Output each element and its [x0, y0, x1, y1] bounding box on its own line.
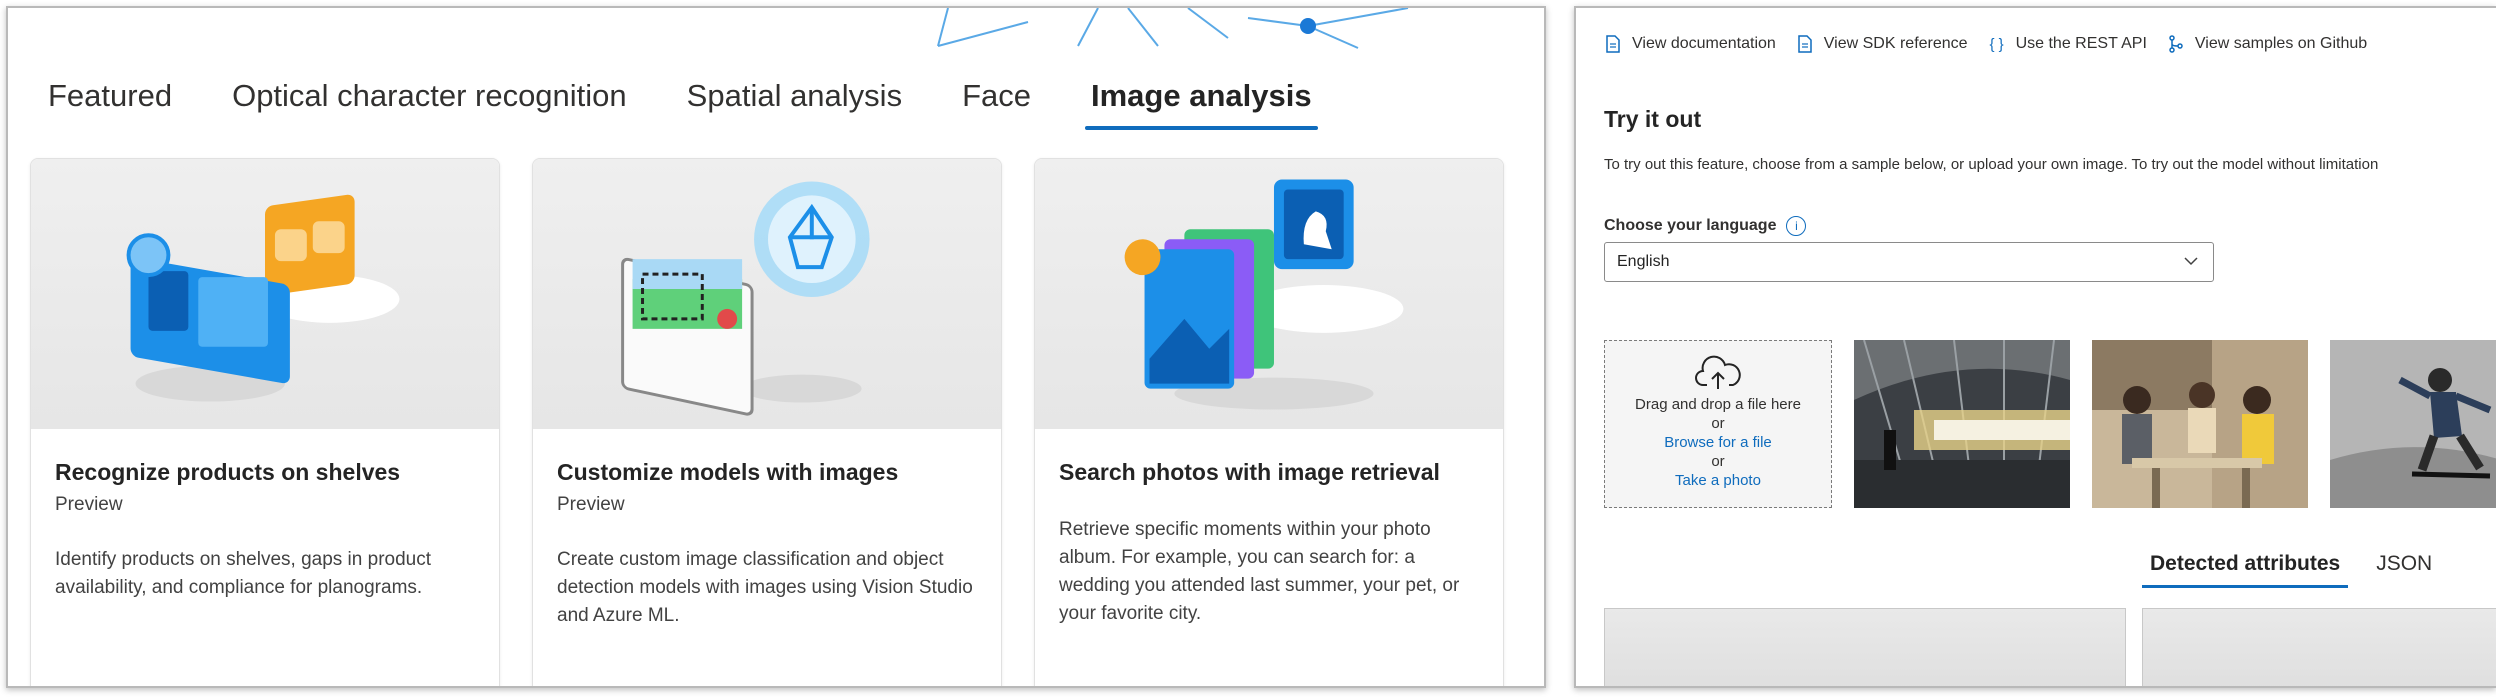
image-retrieval-illustration [1035, 159, 1503, 429]
card-customize-models[interactable]: Customize models with images Preview Cre… [532, 158, 1002, 686]
link-label: View samples on Github [2194, 35, 2368, 52]
dropzone-or: or [1711, 453, 1725, 470]
product-recognition-illustration [31, 159, 499, 429]
link-label: View SDK reference [1823, 35, 1968, 52]
category-tabs: Featured Optical character recognition S… [48, 68, 1372, 130]
language-label-text: Choose your language [1604, 217, 1777, 234]
result-placeholder-image [1604, 608, 2126, 686]
dropzone-instruction: Drag and drop a file here [1635, 396, 1801, 413]
tab-detected-attributes[interactable]: Detected attributes [2141, 552, 2349, 588]
card-search-photos[interactable]: Search photos with image retrieval Retri… [1034, 158, 1504, 686]
try-it-out-heading: Try it out [1604, 106, 1702, 132]
network-decoration [937, 8, 1409, 49]
result-placeholder-attributes [2142, 608, 2496, 686]
cloud-upload-icon [1695, 355, 1741, 389]
language-selected-value: English [1617, 253, 1670, 270]
tab-image-analysis[interactable]: Image analysis [1085, 78, 1318, 130]
chevron-down-icon [2184, 257, 2198, 266]
try-it-out-description: To try out this feature, choose from a s… [1604, 156, 2379, 173]
view-documentation-link[interactable]: View documentation [1604, 34, 1776, 54]
resource-links: View documentation View SDK reference { … [1604, 34, 2387, 54]
link-label: Use the REST API [2015, 35, 2147, 52]
card-title: Customize models with images [557, 459, 899, 485]
language-dropdown[interactable]: English [1604, 242, 2214, 282]
tab-ocr[interactable]: Optical character recognition [232, 78, 627, 130]
result-tabs: Detected attributes JSON [2141, 552, 2468, 588]
card-title: Search photos with image retrieval [1059, 459, 1440, 485]
link-label: View documentation [1632, 35, 1776, 52]
document-icon [1796, 34, 1814, 54]
card-status: Preview [55, 494, 123, 515]
tab-json[interactable]: JSON [2376, 552, 2432, 588]
dropzone-or: or [1711, 415, 1725, 432]
card-status: Preview [557, 494, 625, 515]
braces-icon: { } [1989, 35, 2004, 53]
feature-cards: Recognize products on shelves Preview Id… [30, 158, 1504, 686]
card-recognize-products[interactable]: Recognize products on shelves Preview Id… [30, 158, 500, 686]
card-description: Retrieve specific moments within your ph… [1059, 519, 1460, 624]
sample-image-skateboarder[interactable] [2330, 340, 2496, 508]
vision-studio-gallery-panel: Featured Optical character recognition S… [6, 6, 1546, 688]
use-rest-api-link[interactable]: { } Use the REST API [1988, 34, 2147, 54]
view-samples-github-link[interactable]: View samples on Github [2167, 34, 2367, 54]
try-it-out-panel: View documentation View SDK reference { … [1574, 6, 2496, 688]
tab-featured[interactable]: Featured [48, 78, 172, 130]
tab-face[interactable]: Face [962, 78, 1031, 130]
card-title: Recognize products on shelves [55, 459, 401, 485]
sample-image-train-station[interactable] [1854, 340, 2070, 508]
sample-image-office-meeting[interactable] [2092, 340, 2308, 508]
file-dropzone[interactable]: Drag and drop a file here or Browse for … [1604, 340, 1832, 508]
tab-spatial-analysis[interactable]: Spatial analysis [687, 78, 902, 130]
view-sdk-reference-link[interactable]: View SDK reference [1796, 34, 1968, 54]
document-icon [1604, 34, 1622, 54]
info-icon[interactable]: i [1786, 216, 1807, 236]
card-description: Identify products on shelves, gaps in pr… [55, 549, 432, 598]
branch-icon [2167, 34, 2185, 54]
take-photo-link[interactable]: Take a photo [1605, 471, 1831, 490]
custom-model-illustration [533, 159, 1001, 429]
browse-file-link[interactable]: Browse for a file [1605, 433, 1831, 452]
language-label: Choose your language i [1604, 216, 1807, 236]
card-description: Create custom image classification and o… [557, 549, 973, 626]
